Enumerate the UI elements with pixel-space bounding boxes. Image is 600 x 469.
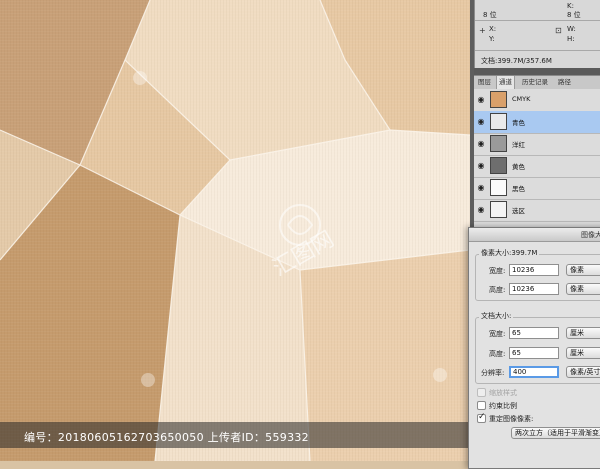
scale-styles-label: 缩放样式 [489,389,517,397]
tab-history[interactable]: 历史记录 [520,76,550,89]
document-canvas[interactable]: 汇图网 编号：20180605162703650050 上传者ID：559332 [0,0,470,461]
channel-label: 黑色 [512,185,525,193]
pixel-dimensions-heading: 像素大小:399.7M [479,248,540,258]
resample-image-checkbox[interactable] [477,412,486,423]
constrain-proportions-label: 约束比例 [489,402,517,410]
resolution-unit-select[interactable]: 像素/英寸 [566,366,600,378]
channel-row-magenta[interactable]: ◉ 洋红 [474,133,600,156]
k-label: K: [567,2,574,10]
doc-width-label: 宽度: [489,330,506,338]
image-size-dialog: 图像大 像素大小:399.7M 宽度: 10236 像素 高度: 10236 像… [468,227,600,469]
doc-size: 文档:399.7M/357.6M [481,57,552,65]
channel-row-cmyk[interactable]: ◉ CMYK [474,89,600,112]
channel-label: 选区 [512,207,525,215]
pixel-height-input[interactable]: 10236 [509,283,559,295]
channel-thumbnail [490,113,507,130]
tab-paths[interactable]: 路径 [556,76,573,89]
canvas-artwork: 汇图网 [0,0,470,461]
visibility-eye-icon[interactable]: ◉ [476,117,486,127]
constrain-proportions-checkbox[interactable] [477,401,486,410]
channel-row-black[interactable]: ◉ 黑色 [474,177,600,200]
channel-thumbnail [490,135,507,152]
channel-thumbnail [490,157,507,174]
resample-image-label: 重定图像像素: [489,415,534,423]
bits-right: 8 位 [567,11,581,19]
panel-tabbar: 图层 通道 历史记录 路径 [474,75,600,90]
tab-channels[interactable]: 通道 [496,76,515,89]
doc-width-input[interactable]: 65 [509,327,559,339]
visibility-eye-icon[interactable]: ◉ [476,139,486,149]
doc-height-unit-select[interactable]: 厘米 [566,347,600,359]
pixel-width-unit-select[interactable]: 像素 [566,264,600,276]
channel-label: 洋红 [512,141,525,149]
watermark-caption: 编号：20180605162703650050 上传者ID：559332 [24,431,309,444]
pixel-width-input[interactable]: 10236 [509,264,559,276]
dialog-titlebar[interactable]: 图像大 [469,228,600,242]
channels-list: ◉ CMYK ◉ 青色 ◉ 洋红 ◉ 黄色 ◉ 黑色 ◉ 选区 [474,89,600,229]
visibility-eye-icon[interactable]: ◉ [476,161,486,171]
visibility-eye-icon[interactable]: ◉ [476,205,486,215]
info-panel: 8 位 K: 8 位 + X: Y: ⊡ W: H: 文档:399.7M/357… [474,0,600,68]
pixel-height-label: 高度: [489,286,506,294]
doc-width-unit-select[interactable]: 厘米 [566,327,600,339]
selection-size-icon: ⊡ [555,26,562,35]
resolution-label: 分辨率: [481,369,505,377]
document-size-heading: 文档大小: [479,311,514,321]
channel-row-cyan[interactable]: ◉ 青色 [474,111,600,134]
pixel-width-label: 宽度: [489,267,506,275]
tab-layers[interactable]: 图层 [476,76,493,89]
channel-label: 青色 [512,119,525,127]
scale-styles-checkbox[interactable] [477,388,486,397]
channel-thumbnail [490,201,507,218]
dialog-title: 图像大 [581,231,600,239]
w-label: W: [567,25,576,33]
x-label: X: [489,25,497,33]
visibility-eye-icon[interactable]: ◉ [476,95,486,105]
channel-label: 黄色 [512,163,525,171]
channel-row-selection[interactable]: ◉ 选区 [474,199,600,222]
pixel-height-unit-select[interactable]: 像素 [566,283,600,295]
doc-height-input[interactable]: 65 [509,347,559,359]
y-label: Y: [489,35,495,43]
resolution-input[interactable]: 400 [509,366,559,378]
channel-thumbnail [490,179,507,196]
visibility-eye-icon[interactable]: ◉ [476,183,486,193]
channel-label: CMYK [512,95,531,103]
doc-height-label: 高度: [489,350,506,358]
crosshair-icon: + [479,26,486,35]
channel-row-yellow[interactable]: ◉ 黄色 [474,155,600,178]
panel-separator [474,68,600,75]
bits-left: 8 位 [483,11,497,19]
resample-method-select[interactable]: 两次立方（适用于平滑渐变） [511,427,600,439]
h-label: H: [567,35,575,43]
channel-thumbnail [490,91,507,108]
